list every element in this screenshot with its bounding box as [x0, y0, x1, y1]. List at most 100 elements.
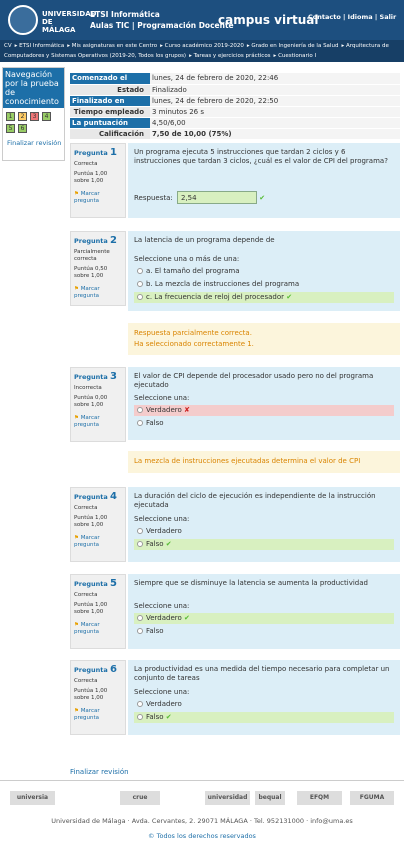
breadcrumb-item[interactable]: Tareas y ejercicios prácticos: [194, 53, 271, 59]
question-content: Un programa ejecuta 5 instrucciones que …: [128, 143, 400, 218]
answer-option[interactable]: Verdadero: [134, 526, 394, 537]
checkbox[interactable]: [137, 281, 143, 287]
answer-option-selected[interactable]: c. La frecuencia de reloj del procesador…: [134, 292, 394, 303]
radio[interactable]: [137, 701, 143, 707]
breadcrumb: CV ▸ ETSI Informática ▸ Mis asignaturas en…: [0, 40, 404, 62]
question-nav-button-4[interactable]: 4: [42, 112, 51, 121]
flag-question-link[interactable]: ⚑ Marcar pregunta: [74, 191, 122, 205]
university-name: UNIVERSIDAD DE MÁLAGA: [42, 10, 97, 34]
select-prompt: Seleccione una:: [134, 688, 190, 696]
answer-option-selected[interactable]: Falso ✔: [134, 712, 394, 723]
question-nav-button-6[interactable]: 6: [18, 124, 27, 133]
question-score: Puntúa 0,00 sobre 1,00: [74, 395, 108, 408]
correct-check-icon: ✔: [184, 614, 190, 622]
question-nav-button-3[interactable]: 3: [30, 112, 39, 121]
fguma-logo[interactable]: FGUMA: [350, 791, 394, 805]
finish-review-link[interactable]: Finalizar revisión: [7, 139, 64, 147]
question-state: Correcta: [74, 678, 98, 684]
answer-option-selected[interactable]: Verdadero ✘: [134, 405, 394, 416]
brand-title[interactable]: campus virtual: [218, 13, 319, 27]
breadcrumb-item[interactable]: Cuestionario I: [278, 53, 316, 59]
flag-question-link[interactable]: ⚑ Marcar pregunta: [74, 535, 122, 549]
quiz-navigation-title: Navegación por la prueba de conocimiento: [3, 68, 64, 108]
answer-option[interactable]: a. El tamaño del programa: [134, 266, 394, 277]
site-title[interactable]: ETSI Informática: [90, 9, 234, 20]
question-text: La duración del ciclo de ejecución es in…: [134, 492, 376, 509]
question-info: Pregunta 2 Parcialmente correcta Puntúa …: [70, 231, 126, 306]
checkbox[interactable]: [137, 268, 143, 274]
flag-icon: ⚑: [74, 622, 79, 628]
question-number: Pregunta 6: [74, 664, 118, 675]
breadcrumb-item[interactable]: Mis asignaturas en este Centro: [72, 43, 157, 49]
universidad-logo[interactable]: universidad: [205, 791, 250, 805]
question-nav-button-5[interactable]: 5: [6, 124, 15, 133]
uma-logo-icon[interactable]: [8, 5, 38, 35]
flag-icon: ⚑: [74, 535, 79, 541]
question-score: Puntúa 1,00 sobre 1,00: [74, 688, 108, 701]
question-number: Pregunta 4: [74, 491, 118, 502]
efqm-logo[interactable]: EFQM: [297, 791, 342, 805]
bequal-logo[interactable]: bequal: [255, 791, 285, 805]
answer-option[interactable]: Verdadero: [134, 699, 394, 710]
site-sub[interactable]: Aulas TIC | Programación Docente: [90, 20, 234, 31]
summary-label: Finalizado en: [70, 95, 150, 107]
question-content: La latencia de un programa depende de Se…: [128, 231, 400, 311]
flag-question-link[interactable]: ⚑ Marcar pregunta: [74, 415, 122, 429]
checkbox[interactable]: [137, 294, 143, 300]
incorrect-cross-icon: ✘: [184, 406, 190, 414]
summary-value: Finalizado: [150, 84, 400, 96]
question-1: Pregunta 1 Correcta Puntúa 1,00 sobre 1,…: [70, 143, 400, 218]
radio[interactable]: [137, 615, 143, 621]
radio[interactable]: [137, 714, 143, 720]
copyright-link[interactable]: © Todos los derechos reservados: [0, 832, 404, 840]
breadcrumb-item[interactable]: ETSI Informática: [19, 43, 64, 49]
question-4: Pregunta 4 Correcta Puntúa 1,00 sobre 1,…: [70, 487, 400, 562]
question-text: La productividad es una medida del tiemp…: [134, 665, 390, 682]
answer-option[interactable]: Falso: [134, 626, 394, 637]
question-content: Siempre que se disminuye la latencia se …: [128, 574, 400, 649]
radio[interactable]: [137, 628, 143, 634]
header-links[interactable]: Contacto | Idioma | Salir: [308, 13, 396, 21]
summary-label: La puntuación: [70, 117, 150, 129]
breadcrumb-item[interactable]: CV: [4, 43, 12, 49]
header: UNIVERSIDAD DE MÁLAGA ETSI Informática A…: [0, 0, 404, 40]
question-score: Puntúa 1,00 sobre 1,00: [74, 171, 108, 184]
answer-option-selected[interactable]: Verdadero ✔: [134, 613, 394, 624]
breadcrumb-item[interactable]: Grado en Ingeniería de la Salud: [251, 43, 338, 49]
summary-value: 3 minutos 26 s: [150, 106, 400, 118]
answer-option-selected[interactable]: Falso ✔: [134, 539, 394, 550]
radio[interactable]: [137, 407, 143, 413]
answer-field[interactable]: 2,54: [176, 191, 257, 204]
question-info: Pregunta 5 Correcta Puntúa 1,00 sobre 1,…: [70, 574, 126, 649]
finish-review-link[interactable]: Finalizar revisión: [70, 768, 129, 776]
radio[interactable]: [137, 528, 143, 534]
question-text: El valor de CPI depende del procesador u…: [134, 372, 374, 389]
flag-question-link[interactable]: ⚑ Marcar pregunta: [74, 286, 122, 300]
radio[interactable]: [137, 541, 143, 547]
question-text: La latencia de un programa depende de: [134, 236, 275, 244]
flag-question-link[interactable]: ⚑ Marcar pregunta: [74, 622, 122, 636]
summary-label: Calificación: [70, 128, 150, 140]
breadcrumb-item[interactable]: Curso académico 2019-2020: [165, 43, 244, 49]
radio[interactable]: [137, 420, 143, 426]
flag-icon: ⚑: [74, 708, 79, 714]
question-state: Incorrecta: [74, 385, 102, 391]
question-nav-button-2[interactable]: 2: [18, 112, 27, 121]
question-content: La duración del ciclo de ejecución es in…: [128, 487, 400, 562]
question-nav-button-1[interactable]: 1: [6, 112, 15, 121]
question-content: El valor de CPI depende del procesador u…: [128, 367, 400, 440]
correct-check-icon: ✔: [165, 540, 172, 548]
summary-label: Tiempo empleado: [70, 106, 150, 118]
select-prompt: Seleccione una:: [134, 515, 190, 523]
attempt-summary-table: Comenzado el lunes, 24 de febrero de 2020…: [70, 73, 400, 140]
flag-question-link[interactable]: ⚑ Marcar pregunta: [74, 708, 122, 722]
question-5: Pregunta 5 Correcta Puntúa 1,00 sobre 1,…: [70, 574, 400, 649]
feedback: La mezcla de instrucciones ejecutadas de…: [128, 451, 400, 473]
crue-logo[interactable]: crue: [120, 791, 160, 805]
answer-option[interactable]: Falso: [134, 418, 394, 429]
select-prompt: Seleccione una:: [134, 394, 190, 402]
answer-option[interactable]: b. La mezcla de instrucciones del progra…: [134, 279, 394, 290]
universia-logo[interactable]: universia: [10, 791, 55, 805]
flag-icon: ⚑: [74, 415, 79, 421]
summary-value: lunes, 24 de febrero de 2020, 22:46: [150, 73, 400, 85]
